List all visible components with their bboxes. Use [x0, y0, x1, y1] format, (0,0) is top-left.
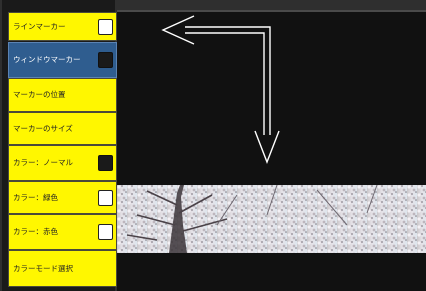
window-marker-arrows — [161, 15, 280, 164]
